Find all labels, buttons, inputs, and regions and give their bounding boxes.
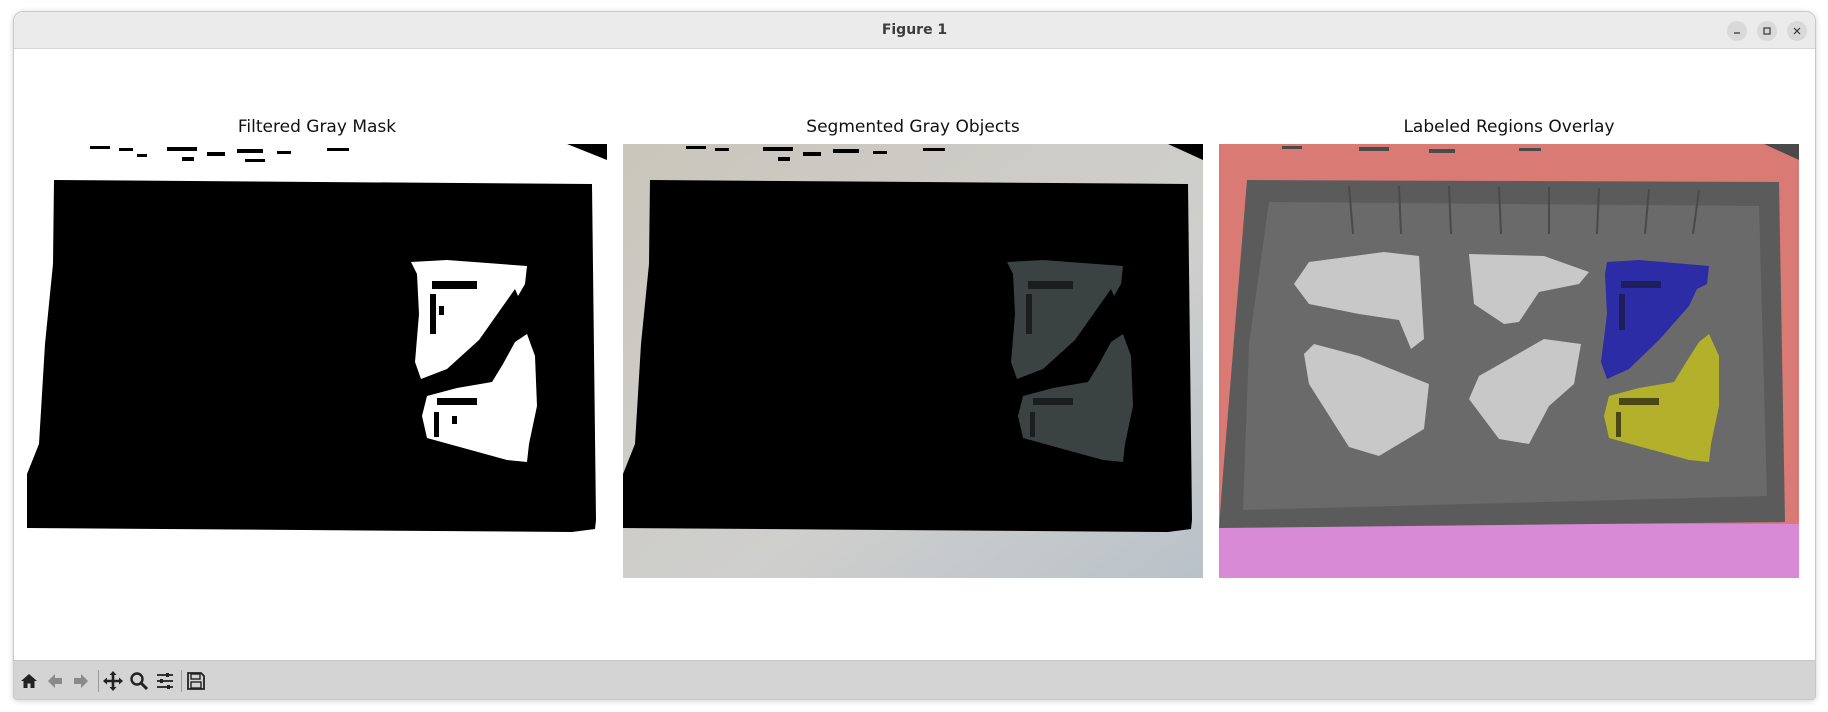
configure-subplots-button[interactable]: [153, 669, 177, 693]
back-arrow-icon: [48, 674, 62, 688]
save-button[interactable]: [184, 669, 208, 693]
window-title: Figure 1: [881, 22, 948, 38]
subplot-title-segmented-objects: Segmented Gray Objects: [806, 117, 1020, 137]
forward-button[interactable]: [69, 669, 93, 693]
back-button[interactable]: [43, 669, 67, 693]
toolbar-separator: [98, 670, 99, 692]
save-icon: [187, 672, 205, 690]
home-icon: [21, 674, 37, 688]
forward-arrow-icon: [74, 674, 88, 688]
subplot-title-filtered-mask: Filtered Gray Mask: [237, 117, 397, 137]
figure-window: Figure 1 Filtered Gray Mask Segmented Gr…: [13, 11, 1816, 700]
maximize-button[interactable]: [1757, 21, 1777, 41]
pan-icon: [103, 671, 123, 691]
zoom-button[interactable]: [127, 669, 151, 693]
close-button[interactable]: [1787, 21, 1807, 41]
subplot-title-labeled-regions: Labeled Regions Overlay: [1403, 117, 1615, 137]
title-bar[interactable]: Figure 1: [14, 12, 1815, 49]
home-button[interactable]: [17, 669, 41, 693]
zoom-icon: [130, 672, 149, 691]
pan-button[interactable]: [101, 669, 125, 693]
close-icon: [1793, 27, 1801, 35]
labeled-regions-overlay-image: [1219, 144, 1799, 578]
minimize-icon: [1734, 32, 1740, 34]
maximize-icon: [1763, 27, 1771, 35]
minimize-button[interactable]: [1727, 21, 1747, 41]
figure-canvas[interactable]: Filtered Gray Mask Segmented Gray Object…: [14, 49, 1815, 660]
segmented-gray-objects-image: [623, 144, 1203, 578]
filtered-gray-mask-image: [27, 144, 607, 578]
configure-subplots-icon: [157, 673, 173, 689]
toolbar-separator: [181, 670, 182, 692]
navigation-toolbar: [14, 660, 1815, 699]
